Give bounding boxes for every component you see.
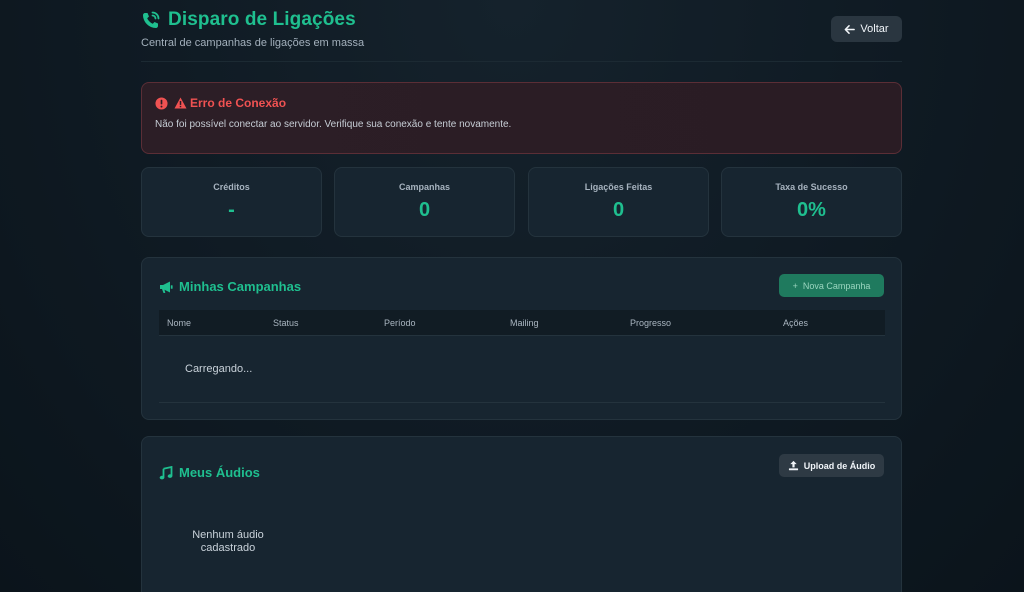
new-campaign-button[interactable]: + Nova Campanha xyxy=(779,274,884,297)
phone-volume-icon xyxy=(143,11,160,28)
loading-text: Carregando... xyxy=(185,363,253,375)
upload-icon xyxy=(788,460,798,471)
warning-triangle-icon xyxy=(174,97,187,109)
stat-value: 0 xyxy=(418,199,431,221)
page-container: Disparo de Ligações Central de campanhas… xyxy=(141,0,902,592)
column-header-period: Período xyxy=(384,318,416,328)
arrow-left-icon xyxy=(845,24,856,34)
back-button[interactable]: Voltar xyxy=(831,16,902,42)
page-title: Disparo de Ligações xyxy=(168,9,356,30)
campaigns-title-row: Minhas Campanhas xyxy=(159,279,301,294)
stat-label: Créditos xyxy=(213,182,250,192)
campaigns-title: Minhas Campanhas xyxy=(179,279,302,294)
upload-audio-button[interactable]: Upload de Áudio xyxy=(779,454,884,477)
upload-audio-label: Upload de Áudio xyxy=(803,460,876,471)
empty-audios-text: Nenhum áudio cadastrado xyxy=(192,529,264,554)
stat-card-calls: Ligações Feitas 0 xyxy=(528,167,709,237)
page-subtitle: Central de campanhas de ligações em mass… xyxy=(141,37,365,49)
error-title-row: Erro de Conexão xyxy=(155,96,286,110)
exclamation-circle-icon xyxy=(155,96,168,110)
column-header-progress: Progresso xyxy=(630,318,672,328)
campaigns-panel: Minhas Campanhas + Nova Campanha Nome St… xyxy=(141,257,902,420)
back-button-label: Voltar xyxy=(860,23,889,35)
new-campaign-label: Nova Campanha xyxy=(802,280,871,291)
stat-card-credits: Créditos - xyxy=(141,167,322,237)
error-title: Erro de Conexão xyxy=(190,96,287,110)
stat-label: Campanhas xyxy=(398,182,451,192)
title-row: Disparo de Ligações xyxy=(141,9,356,31)
stat-label: Taxa de Sucesso xyxy=(775,182,848,192)
error-message: Não foi possível conectar ao servidor. V… xyxy=(155,119,512,130)
column-header-mailing: Mailing xyxy=(510,318,539,328)
audios-title: Meus Áudios xyxy=(179,465,260,480)
stat-card-success-rate: Taxa de Sucesso 0% xyxy=(721,167,902,237)
stat-label: Ligações Feitas xyxy=(584,182,653,192)
stat-card-campaigns: Campanhas 0 xyxy=(334,167,515,237)
stat-value: 0% xyxy=(797,199,826,221)
column-header-actions: Ações xyxy=(783,318,809,328)
table-divider xyxy=(159,402,885,403)
audios-title-row: Meus Áudios xyxy=(159,465,260,480)
stat-value: 0 xyxy=(612,199,625,221)
music-icon xyxy=(159,465,173,479)
plus-icon: + xyxy=(792,280,798,291)
megaphone-icon xyxy=(160,281,173,293)
column-header-name: Nome xyxy=(167,318,192,328)
stat-value: - xyxy=(228,199,235,221)
column-header-status: Status xyxy=(273,318,299,328)
table-header: Nome Status Período Mailing Progresso Aç… xyxy=(159,310,885,336)
page-header: Disparo de Ligações Central de campanhas… xyxy=(141,0,902,62)
error-alert: Erro de Conexão Não foi possível conecta… xyxy=(141,82,902,154)
audios-panel: Meus Áudios Upload de Áudio Nenhum áudio… xyxy=(141,436,902,592)
